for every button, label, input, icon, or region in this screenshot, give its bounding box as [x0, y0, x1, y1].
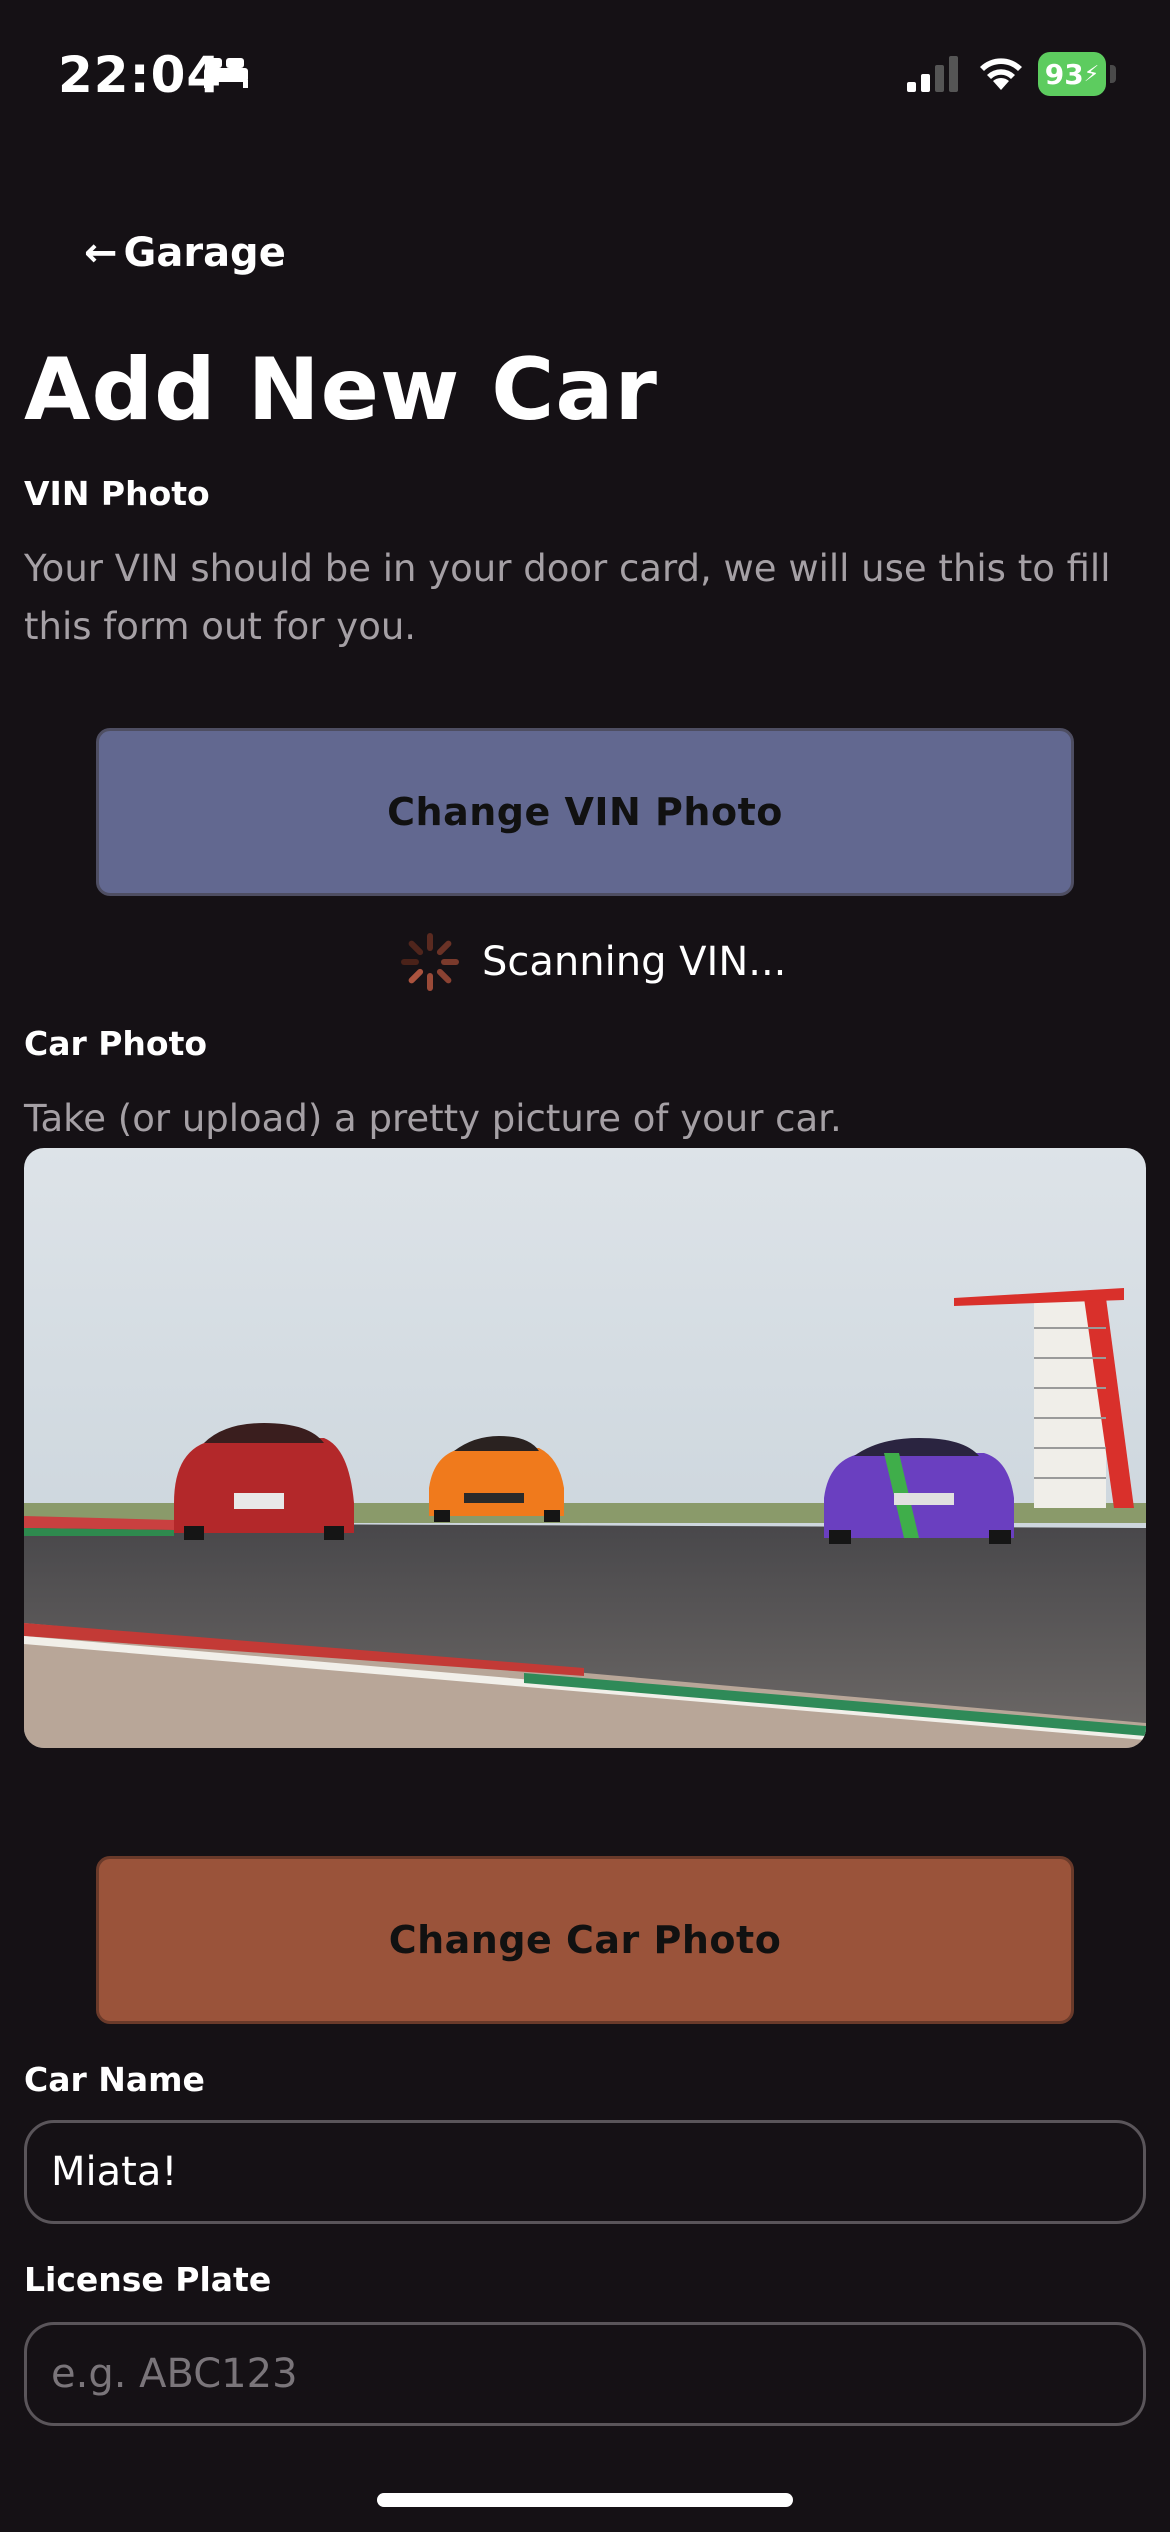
car-photo-image	[24, 1148, 1146, 1748]
page-title: Add New Car	[24, 340, 658, 440]
car-name-label: Car Name	[24, 2060, 205, 2099]
scanning-text: Scanning VIN...	[482, 939, 787, 985]
battery-icon: 93 ⚡	[1038, 52, 1106, 96]
car-photo-label: Car Photo	[24, 1024, 208, 1063]
status-bar: 22:04 93 ⚡	[0, 0, 1170, 150]
back-to-garage-link[interactable]: ← Garage	[84, 230, 286, 276]
back-link-label: Garage	[123, 230, 286, 276]
change-car-photo-button[interactable]: Change Car Photo	[96, 1856, 1074, 2024]
license-plate-input[interactable]: e.g. ABC123	[24, 2322, 1146, 2426]
change-vin-photo-button[interactable]: Change VIN Photo	[96, 728, 1074, 896]
vin-photo-label: VIN Photo	[24, 474, 210, 513]
car-name-value: Miata!	[51, 2149, 178, 2195]
car-name-input[interactable]: Miata!	[24, 2120, 1146, 2224]
charging-bolt-icon: ⚡	[1083, 61, 1100, 87]
car-photo-description: Take (or upload) a pretty picture of you…	[24, 1097, 842, 1140]
license-plate-placeholder: e.g. ABC123	[51, 2351, 298, 2397]
arrow-left-icon: ←	[84, 230, 118, 276]
home-indicator[interactable]	[377, 2493, 793, 2507]
spinner-icon	[401, 933, 459, 991]
license-plate-label: License Plate	[24, 2260, 272, 2299]
vin-photo-description: Your VIN should be in your door card, we…	[24, 547, 1111, 648]
signal-icon	[907, 56, 958, 92]
wifi-icon	[980, 58, 1022, 90]
scanning-status: Scanning VIN...	[400, 932, 786, 992]
battery-level: 93	[1044, 57, 1084, 91]
battery-cap	[1110, 65, 1116, 83]
bed-icon	[204, 58, 248, 88]
status-time: 22:04	[58, 46, 223, 104]
